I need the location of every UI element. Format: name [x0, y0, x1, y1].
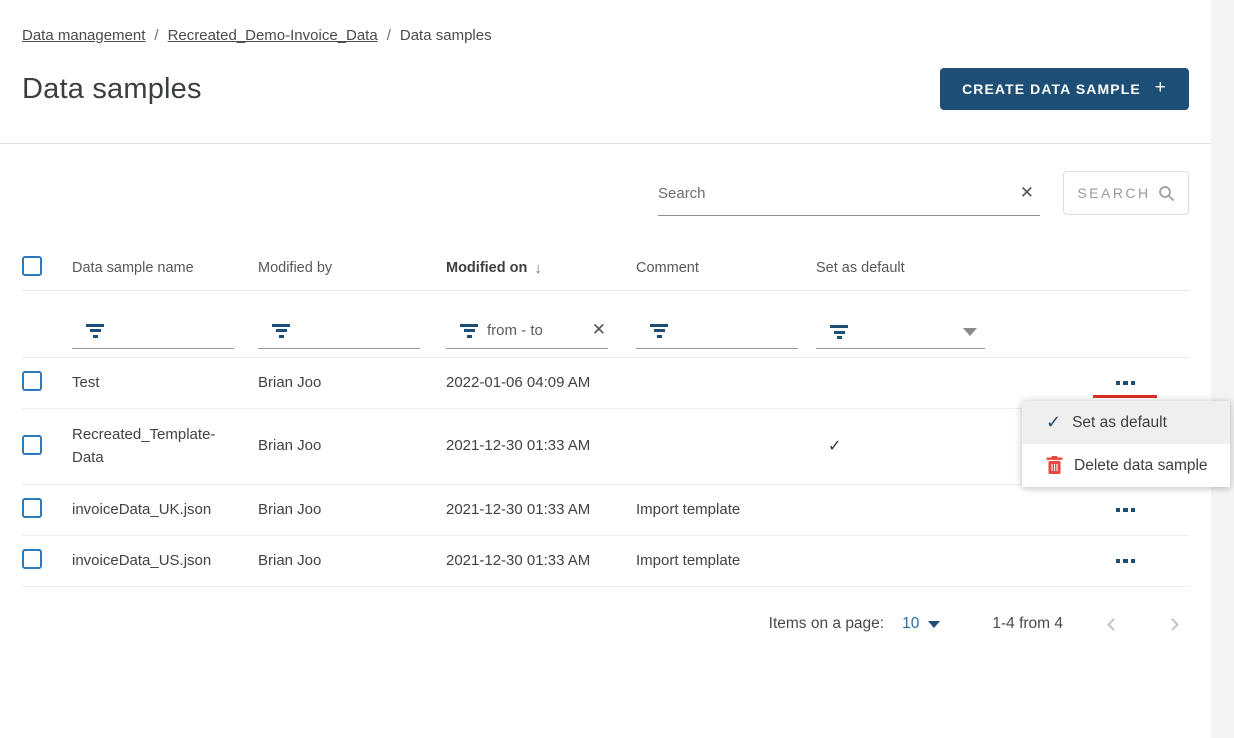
cell-modified-by: Brian Joo	[258, 435, 446, 458]
table-header-row: Data sample name Modified by Modified on…	[22, 246, 1189, 291]
filter-comment-input[interactable]	[677, 322, 757, 339]
search-input[interactable]	[658, 185, 1014, 202]
cell-modified-by: Brian Joo	[258, 372, 446, 395]
search-button-label: SEARCH	[1077, 185, 1150, 201]
search-field: ✕	[658, 171, 1040, 216]
row-actions-button[interactable]	[1106, 375, 1146, 392]
data-samples-table: Data sample name Modified by Modified on…	[22, 246, 1189, 587]
pagination-range: 1-4 from 4	[992, 615, 1063, 633]
cell-name: invoiceData_UK.json	[72, 499, 258, 522]
table-row: invoiceData_UK.json Brian Joo 2021-12-30…	[22, 485, 1189, 536]
chevron-left-icon	[1107, 618, 1120, 631]
filter-icon[interactable]	[830, 325, 848, 339]
column-header-modified-by[interactable]: Modified by	[258, 260, 446, 276]
filter-comment	[636, 322, 798, 349]
search-icon	[1158, 185, 1175, 202]
search-button[interactable]: SEARCH	[1063, 171, 1189, 215]
create-data-sample-button[interactable]: CREATE DATA SAMPLE +	[940, 68, 1189, 110]
breadcrumb-link-data-management[interactable]: Data management	[22, 27, 145, 44]
filter-date-clear-icon[interactable]: ✕	[586, 318, 612, 342]
filter-modified-by	[258, 322, 420, 349]
select-all-checkbox[interactable]	[22, 256, 42, 276]
create-data-sample-label: CREATE DATA SAMPLE	[962, 81, 1141, 97]
more-actions-icon	[1116, 559, 1136, 564]
breadcrumb-separator: /	[387, 27, 391, 44]
chevron-right-icon	[1166, 618, 1179, 631]
row-checkbox[interactable]	[22, 549, 42, 569]
next-page-button[interactable]	[1164, 616, 1181, 633]
row-checkbox[interactable]	[22, 371, 42, 391]
search-clear-icon[interactable]: ✕	[1014, 181, 1040, 205]
cell-modified-by: Brian Joo	[258, 499, 446, 522]
page-header: Data management / Recreated_Demo-Invoice…	[0, 0, 1211, 110]
breadcrumb: Data management / Recreated_Demo-Invoice…	[22, 27, 1189, 44]
breadcrumb-link-recreated-demo-invoice-data[interactable]: Recreated_Demo-Invoice_Data	[168, 27, 378, 44]
filter-modified-on: ✕	[446, 322, 608, 349]
cell-name: invoiceData_US.json	[72, 550, 258, 573]
cell-comment: Import template	[636, 499, 816, 522]
page-size-select[interactable]: 10	[902, 615, 940, 633]
menu-item-delete-data-sample[interactable]: Delete data sample	[1022, 444, 1230, 487]
breadcrumb-separator: /	[154, 27, 158, 44]
items-per-page-label: Items on a page:	[769, 615, 884, 633]
row-actions-button[interactable]	[1106, 502, 1146, 519]
menu-item-set-as-default[interactable]: ✓ Set as default	[1022, 401, 1230, 444]
filter-date-range-input[interactable]	[487, 322, 567, 339]
row-actions-button[interactable]	[1106, 553, 1146, 570]
cell-modified-by: Brian Joo	[258, 550, 446, 573]
breadcrumb-current: Data samples	[400, 27, 492, 44]
trash-icon	[1046, 456, 1063, 475]
menu-item-label: Delete data sample	[1074, 457, 1208, 475]
check-icon: ✓	[1046, 412, 1061, 433]
table-row: Test Brian Joo 2022-01-06 04:09 AM	[22, 358, 1189, 409]
pagination: Items on a page: 10 1-4 from 4	[0, 587, 1211, 633]
cell-modified-on: 2021-12-30 01:33 AM	[446, 499, 636, 522]
page-size-value: 10	[902, 615, 919, 633]
cell-comment: Import template	[636, 550, 816, 573]
page-title: Data samples	[22, 73, 202, 106]
table-row: Recreated_Template-Data Brian Joo 2021-1…	[22, 409, 1189, 485]
filter-modified-by-input[interactable]	[299, 322, 379, 339]
table-row: invoiceData_US.json Brian Joo 2021-12-30…	[22, 536, 1189, 587]
cell-modified-on: 2021-12-30 01:33 AM	[446, 435, 636, 458]
cell-modified-on: 2022-01-06 04:09 AM	[446, 372, 636, 395]
table-filter-row: ✕	[22, 291, 1189, 358]
chevron-down-icon[interactable]	[963, 328, 977, 336]
filter-icon[interactable]	[86, 324, 104, 338]
filter-icon[interactable]	[460, 324, 478, 338]
plus-icon: +	[1155, 77, 1167, 99]
column-header-comment[interactable]: Comment	[636, 260, 816, 276]
filter-icon[interactable]	[272, 324, 290, 338]
sort-desc-icon[interactable]: ↓	[534, 260, 542, 277]
default-check-icon: ✓	[816, 435, 1006, 459]
page: Data management / Recreated_Demo-Invoice…	[0, 0, 1211, 633]
more-actions-icon	[1116, 508, 1136, 513]
column-header-modified-on-label: Modified on	[446, 260, 527, 276]
filter-set-as-default[interactable]	[816, 325, 985, 349]
cell-name: Test	[72, 372, 258, 395]
filter-name	[72, 322, 234, 349]
menu-item-label: Set as default	[1072, 414, 1167, 432]
row-checkbox[interactable]	[22, 435, 42, 455]
more-actions-icon	[1116, 381, 1136, 386]
row-checkbox[interactable]	[22, 498, 42, 518]
chevron-down-icon	[928, 621, 940, 628]
column-header-set-as-default[interactable]: Set as default	[816, 260, 1006, 276]
scrollbar-track[interactable]	[1211, 0, 1234, 738]
column-header-data-sample-name[interactable]: Data sample name	[72, 260, 258, 276]
active-menu-indicator	[1093, 395, 1157, 399]
previous-page-button[interactable]	[1105, 616, 1122, 633]
row-actions-context-menu: ✓ Set as default Delete data sample	[1022, 401, 1230, 487]
search-bar: ✕ SEARCH	[0, 144, 1211, 216]
filter-name-input[interactable]	[113, 322, 193, 339]
cell-modified-on: 2021-12-30 01:33 AM	[446, 550, 636, 573]
filter-icon[interactable]	[650, 324, 668, 338]
cell-name: Recreated_Template-Data	[72, 424, 258, 469]
column-header-modified-on[interactable]: Modified on ↓	[446, 260, 636, 277]
